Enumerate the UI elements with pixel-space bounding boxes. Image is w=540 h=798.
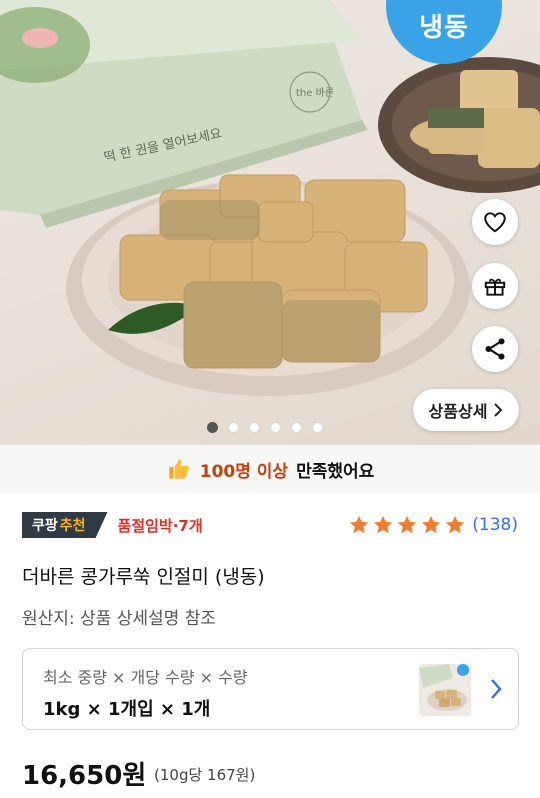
product-image-carousel[interactable]: the 바른 떡 한 권을 열어보세요 냉동 상품상세 [0,0,540,445]
product-title: 더바른 콩가루쑥 인절미 (냉동) [22,566,265,588]
carousel-dot[interactable] [249,422,260,433]
share-icon [485,338,505,360]
frozen-badge-label: 냉동 [419,13,469,43]
review-count[interactable]: (138) [472,515,518,535]
sale-price: 16,650원 [22,761,147,791]
rating[interactable]: (138) [348,514,518,536]
option-thumbnail-image [419,664,471,716]
satisfaction-banner: 100명 이상 만족했어요 [0,445,540,493]
star-icon [374,515,393,534]
product-photo: the 바른 떡 한 권을 열어보세요 [0,0,540,396]
low-stock-badge: 품절임박·7개 [117,516,203,535]
satisfaction-text: 만족했어요 [296,461,375,482]
share-button[interactable] [472,326,518,372]
heart-icon [484,212,506,233]
badge-rating-row: 쿠팡 추천 품절임박·7개 (138) [22,512,518,538]
star-icon [422,515,441,534]
option-label: 최소 중량 × 개당 수량 × 수량 [43,668,248,687]
chevron-right-icon [491,679,502,699]
carousel-dot[interactable] [270,422,281,433]
thumbs-up-icon [168,459,189,479]
chevron-right-icon [494,403,503,417]
unit-price: (10g당 167원) [154,766,256,784]
box-brand-text: the 바른 [296,87,334,99]
product-origin: 원산지: 상품 상세설명 참조 [22,609,216,629]
option-thumbnail [419,664,471,716]
coupang-badge-main: 쿠팡 [32,518,58,534]
satisfaction-count: 100명 이상 [199,461,289,482]
carousel-dot[interactable] [312,422,323,433]
product-detail-label: 상품상세 [428,402,488,421]
star-icon [446,515,465,534]
coupang-badge-accent: 추천 [59,518,86,534]
gift-button[interactable] [472,263,518,309]
wishlist-button[interactable] [472,199,518,245]
carousel-dot[interactable] [228,422,239,433]
carousel-dot[interactable] [207,422,218,433]
star-icon [398,515,417,534]
gift-icon [484,278,506,296]
star-icon [350,515,369,534]
option-value: 1kg × 1개입 × 1개 [43,699,211,720]
carousel-dot[interactable] [291,422,302,433]
coupang-recommend-badge: 쿠팡 추천 [22,512,108,538]
option-selector[interactable]: 최소 중량 × 개당 수량 × 수량 1kg × 1개입 × 1개 [22,648,519,730]
carousel-dots [0,422,535,433]
